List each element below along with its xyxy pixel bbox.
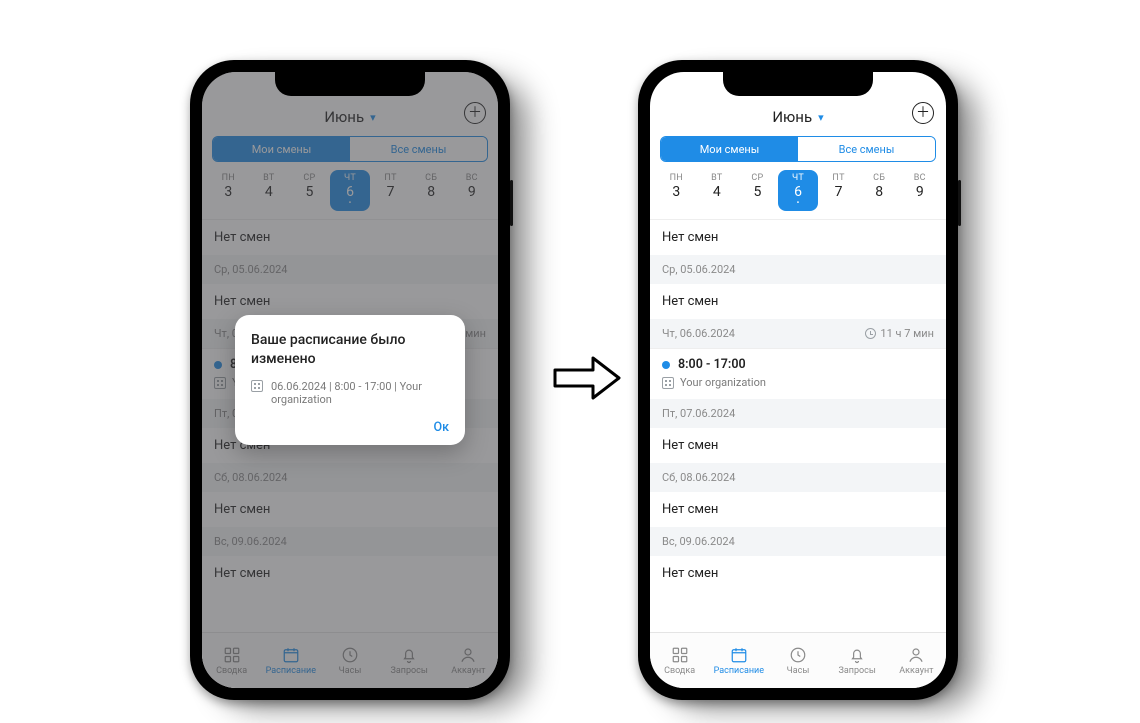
day-fri[interactable]: ПТ7•: [818, 170, 859, 211]
building-icon: [251, 380, 263, 392]
modal-overlay[interactable]: Ваше расписание было изменено 06.06.2024…: [202, 72, 498, 688]
segmented-control: Мои смены Все смены: [650, 130, 946, 170]
day-tue[interactable]: ВТ4•: [697, 170, 738, 211]
phone-mockup-before: Июнь ▾ ＋ Мои смены Все смены ПН3• ВТ4• С…: [190, 60, 510, 700]
date-header-sun: Вс, 09.06.2024: [650, 527, 946, 556]
tab-summary[interactable]: Сводка: [650, 633, 709, 688]
chevron-down-icon: ▾: [818, 111, 824, 124]
clock-icon: [789, 646, 807, 664]
screen-before: Июнь ▾ ＋ Мои смены Все смены ПН3• ВТ4• С…: [202, 72, 498, 688]
dialog-title: Ваше расписание было изменено: [251, 331, 449, 369]
date-header-thu: Чт, 06.06.2024 11 ч 7 мин: [650, 319, 946, 348]
tab-requests[interactable]: Запросы: [828, 633, 887, 688]
no-shifts-row: Нет смен: [650, 428, 946, 463]
phone-notch: [275, 72, 425, 96]
bell-icon: [848, 646, 866, 664]
month-label: Июнь: [772, 108, 812, 126]
calendar-icon: [730, 646, 748, 664]
day-thu[interactable]: ЧТ6•: [778, 170, 819, 211]
dialog-body: 06.06.2024 | 8:00 - 17:00 | Your organiz…: [251, 380, 449, 406]
phone-mockup-after: Июнь ▾ ＋ Мои смены Все смены ПН3• ВТ4• С…: [638, 60, 958, 700]
segment-all-shifts[interactable]: Все смены: [798, 137, 935, 161]
tab-schedule[interactable]: Расписание: [709, 633, 768, 688]
clock-icon: [865, 328, 876, 339]
day-sat[interactable]: СБ8•: [859, 170, 900, 211]
no-shifts-row: Нет смен: [650, 220, 946, 255]
week-strip: ПН3• ВТ4• СР5• ЧТ6• ПТ7• СБ8• ВС9•: [650, 170, 946, 220]
no-shifts-row: Нет смен: [650, 492, 946, 527]
tab-bar: Сводка Расписание Часы Запросы Аккаунт: [650, 632, 946, 688]
date-header-fri: Пт, 07.06.2024: [650, 399, 946, 428]
screen-after: Июнь ▾ ＋ Мои смены Все смены ПН3• ВТ4• С…: [650, 72, 946, 688]
day-wed[interactable]: СР5•: [737, 170, 778, 211]
no-shifts-row: Нет смен: [650, 284, 946, 319]
dialog-ok-button[interactable]: Ок: [433, 420, 449, 435]
tab-account[interactable]: Аккаунт: [887, 633, 946, 688]
no-shifts-row: Нет смен: [650, 556, 946, 591]
month-picker[interactable]: Июнь ▾: [772, 108, 823, 126]
phone-notch: [723, 72, 873, 96]
segment-my-shifts[interactable]: Мои смены: [661, 137, 798, 161]
schedule-changed-dialog: Ваше расписание было изменено 06.06.2024…: [235, 315, 465, 446]
building-icon: [662, 377, 674, 389]
tab-hours[interactable]: Часы: [768, 633, 827, 688]
shift-bullet-icon: [662, 361, 670, 369]
schedule-list: Нет смен Ср, 05.06.2024 Нет смен Чт, 06.…: [650, 220, 946, 591]
plus-icon: ＋: [916, 106, 930, 120]
date-header-wed: Ср, 05.06.2024: [650, 255, 946, 284]
shift-dot-icon: •: [778, 200, 819, 206]
user-icon: [907, 646, 925, 664]
day-mon[interactable]: ПН3•: [656, 170, 697, 211]
day-sun[interactable]: ВС9•: [899, 170, 940, 211]
add-button[interactable]: ＋: [912, 102, 934, 124]
transition-arrow-icon: [553, 352, 623, 404]
shift-item[interactable]: 8:00 - 17:00 Your organization: [650, 348, 946, 399]
date-header-sat: Сб, 08.06.2024: [650, 463, 946, 492]
grid-icon: [671, 646, 689, 664]
